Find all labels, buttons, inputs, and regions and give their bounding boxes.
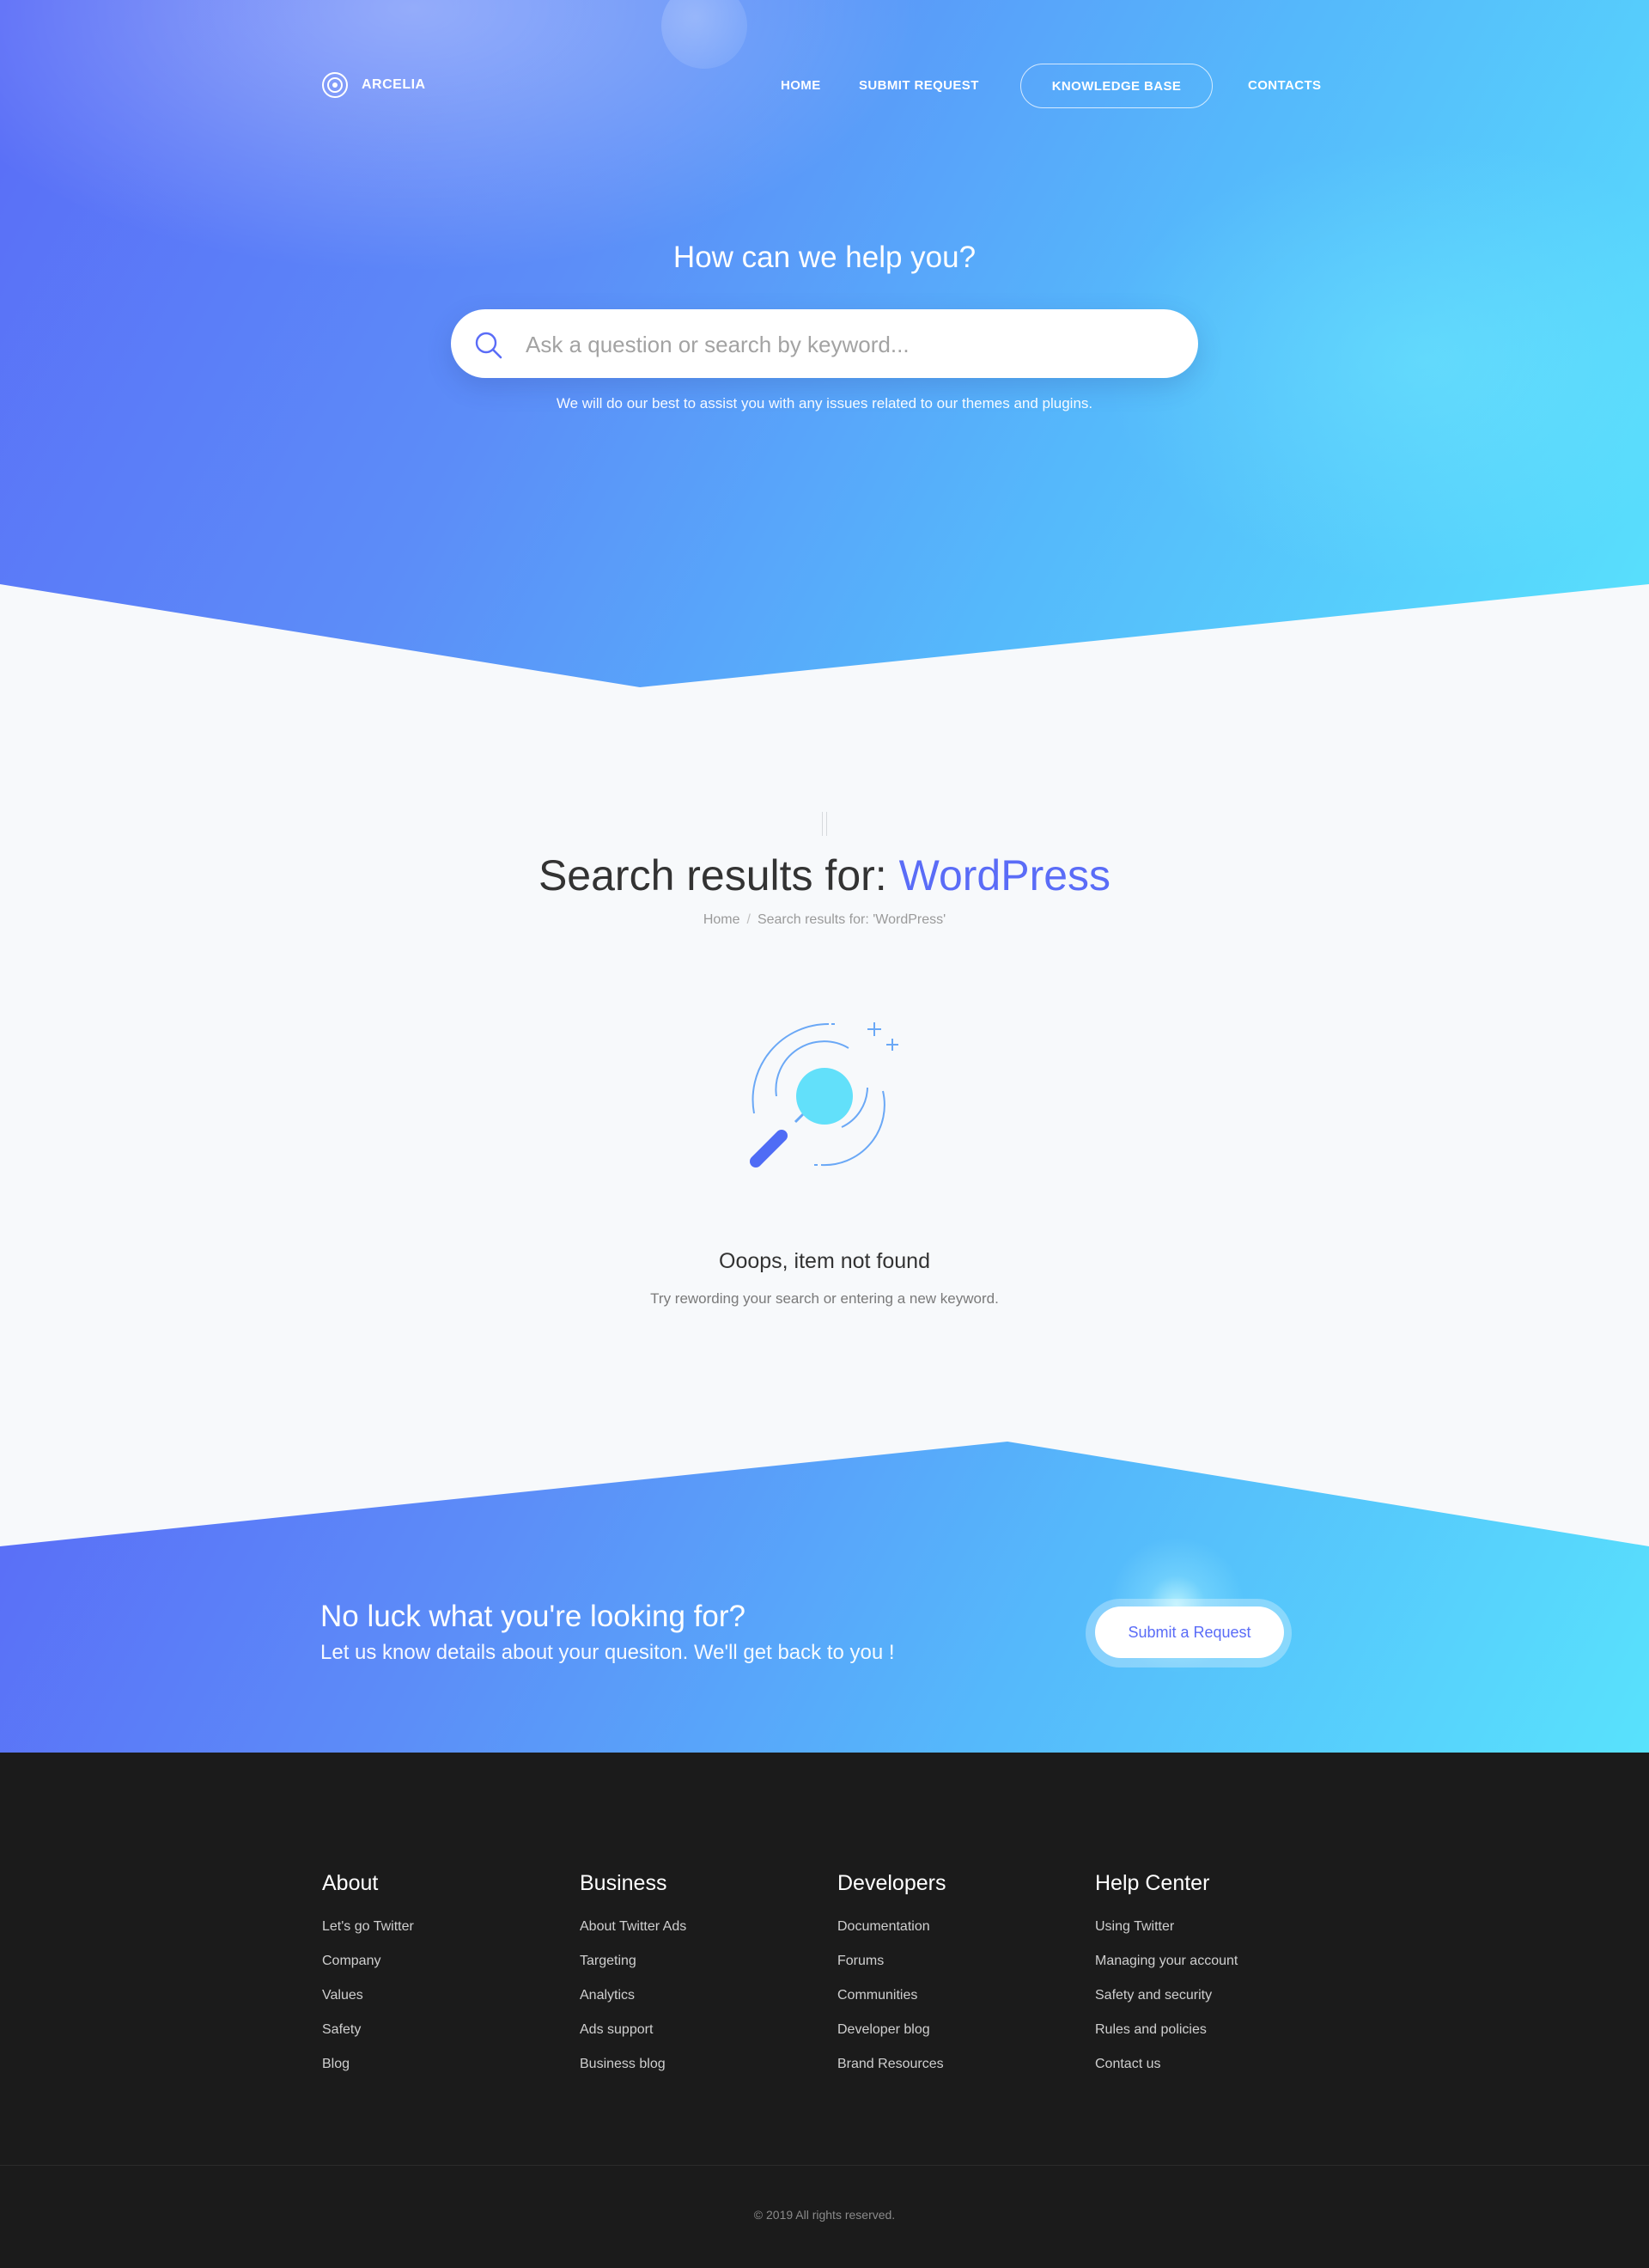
footer-link[interactable]: Brand Resources	[837, 2047, 1078, 2082]
hero-subtitle: We will do our best to assist you with a…	[556, 395, 1093, 412]
footer-link[interactable]: Forums	[837, 1944, 1078, 1978]
results-title-prefix: Search results for:	[538, 851, 887, 899]
footer-column-business: Business About Twitter Ads Targeting Ana…	[580, 1869, 820, 2082]
footer-link[interactable]: Managing your account	[1095, 1944, 1336, 1978]
submit-request-button[interactable]: Submit a Request	[1095, 1606, 1284, 1658]
footer-column-title: About	[322, 1871, 379, 1895]
footer-link[interactable]: Let's go Twitter	[322, 1910, 563, 1944]
footer-link[interactable]: Documentation	[837, 1910, 1078, 1944]
copyright: © 2019 All rights reserved.	[753, 2208, 896, 2222]
magnifier-illustration	[750, 1022, 898, 1168]
footer-link[interactable]: Ads support	[580, 2013, 820, 2047]
search-icon[interactable]	[473, 330, 504, 361]
footer-link[interactable]: Blog	[322, 2047, 563, 2082]
hero-title: How can we help you?	[672, 241, 977, 274]
footer-link[interactable]: Values	[322, 1978, 563, 2013]
results-query: WordPress	[898, 851, 1111, 899]
nav-submit-request[interactable]: SUBMIT REQUEST	[859, 64, 979, 108]
breadcrumb-current: Search results for: 'WordPress'	[757, 912, 946, 927]
footer-link[interactable]: Using Twitter	[1095, 1910, 1336, 1944]
nav-contacts[interactable]: CONTACTS	[1248, 64, 1321, 108]
footer-link[interactable]: Rules and policies	[1095, 2013, 1336, 2047]
footer-link[interactable]: Safety	[322, 2013, 563, 2047]
section-divider	[822, 812, 827, 836]
not-found-subtitle: Try rewording your search or entering a …	[650, 1290, 999, 1307]
footer-link[interactable]: Contact us	[1095, 2047, 1336, 2082]
footer-link[interactable]: Analytics	[580, 1978, 820, 2013]
cta-subtitle: Let us know details about your quesiton.…	[320, 1641, 895, 1664]
footer-link[interactable]: Business blog	[580, 2047, 820, 2082]
footer-column-title: Business	[580, 1871, 667, 1895]
search-input[interactable]	[524, 309, 1180, 380]
footer	[0, 1753, 1649, 2268]
footer-column-title: Developers	[837, 1871, 946, 1895]
footer-link[interactable]: Developer blog	[837, 2013, 1078, 2047]
hero-glow	[0, 0, 928, 275]
breadcrumb-separator: /	[746, 912, 751, 927]
footer-divider	[0, 2165, 1649, 2166]
footer-column-about: About Let's go Twitter Company Values Sa…	[322, 1869, 563, 2082]
footer-link[interactable]: Company	[322, 1944, 563, 1978]
footer-column-title: Help Center	[1095, 1871, 1210, 1895]
breadcrumb-home[interactable]: Home	[703, 912, 740, 927]
breadcrumb: Home / Search results for: 'WordPress'	[0, 912, 1649, 928]
results-title: Search results for: WordPress	[0, 850, 1649, 900]
footer-link[interactable]: Targeting	[580, 1944, 820, 1978]
nav-knowledge-base[interactable]: KNOWLEDGE BASE	[1020, 64, 1213, 108]
footer-column-help-center: Help Center Using Twitter Managing your …	[1095, 1869, 1336, 2082]
main-nav: HOME SUBMIT REQUEST KNOWLEDGE BASE CONTA…	[0, 64, 1649, 108]
footer-link[interactable]: Communities	[837, 1978, 1078, 2013]
cta-band	[0, 1442, 1649, 1753]
footer-column-developers: Developers Documentation Forums Communit…	[837, 1869, 1078, 2082]
cta-title: No luck what you're looking for?	[320, 1600, 745, 1633]
nav-home[interactable]: HOME	[781, 64, 821, 108]
footer-link[interactable]: About Twitter Ads	[580, 1910, 820, 1944]
not-found-title: Ooops, item not found	[719, 1249, 930, 1273]
search-box[interactable]	[451, 309, 1198, 380]
footer-link[interactable]: Safety and security	[1095, 1978, 1336, 2013]
